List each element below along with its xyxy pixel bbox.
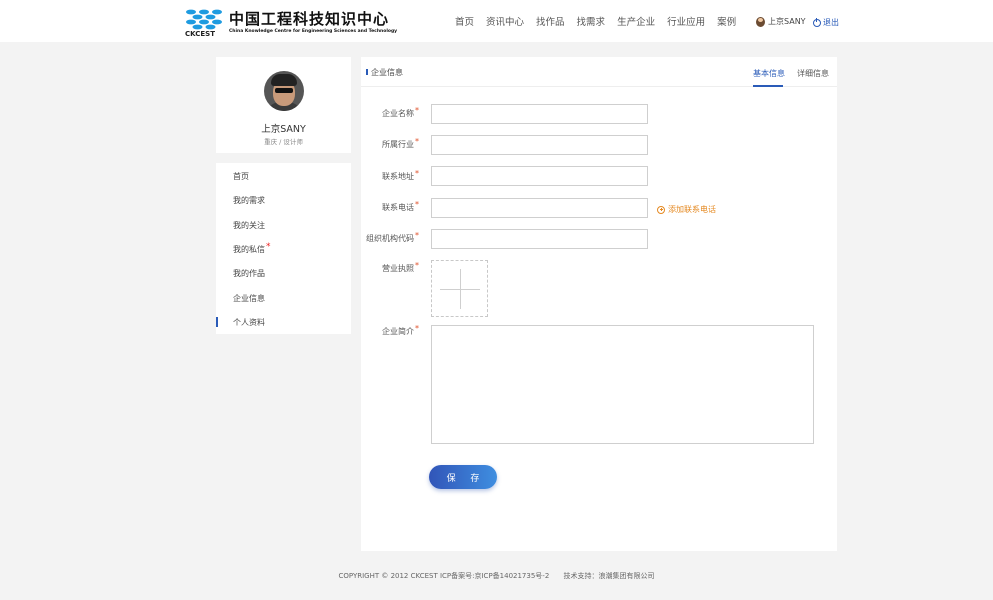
sidebar-item-home[interactable]: 首页 bbox=[233, 171, 249, 182]
side-menu: 首页 我的需求 我的关注 我的私信* 我的作品 企业信息 个人资料 bbox=[216, 163, 351, 334]
header-user[interactable]: 上京SANY bbox=[756, 16, 806, 27]
nav-item-cases[interactable]: 案例 bbox=[717, 14, 736, 28]
intro-label: 企业简介* bbox=[382, 324, 419, 336]
org-code-label: 组织机构代码* bbox=[366, 231, 419, 243]
sidebar-item-label: 我的私信 bbox=[233, 245, 265, 254]
phone-label: 联系电话* bbox=[382, 200, 419, 212]
tab-detail-info[interactable]: 详细信息 bbox=[797, 68, 829, 79]
nav-item-works[interactable]: 找作品 bbox=[536, 14, 565, 28]
footer: COPYRIGHT © 2012 CKCEST ICP备案号:京ICP备1402… bbox=[0, 571, 993, 581]
nav-item-industry[interactable]: 行业应用 bbox=[667, 14, 705, 28]
company-name-label: 企业名称* bbox=[382, 106, 419, 118]
power-icon bbox=[813, 17, 821, 27]
site-logo[interactable]: CKCEST 中国工程科技知识中心 China Knowledge Centre… bbox=[185, 8, 397, 38]
top-header: CKCEST 中国工程科技知识中心 China Knowledge Centre… bbox=[0, 0, 993, 42]
intro-textarea[interactable] bbox=[431, 325, 814, 444]
footer-copyright: COPYRIGHT © 2012 CKCEST ICP备案号:京ICP备1402… bbox=[338, 572, 550, 580]
plus-circle-icon bbox=[657, 205, 665, 214]
industry-label: 所属行业* bbox=[382, 137, 419, 149]
sidebar-item-my-demands[interactable]: 我的需求 bbox=[233, 195, 265, 206]
industry-input[interactable] bbox=[431, 135, 648, 155]
license-label: 营业执照* bbox=[382, 261, 419, 273]
main-nav: 首页 资讯中心 找作品 找需求 生产企业 行业应用 案例 bbox=[455, 14, 748, 28]
logout-button[interactable]: 退出 bbox=[813, 17, 839, 28]
nav-item-news[interactable]: 资讯中心 bbox=[486, 14, 524, 28]
logout-label: 退出 bbox=[823, 18, 839, 27]
add-phone-link[interactable]: 添加联系电话 bbox=[657, 204, 716, 215]
panel-header: 企业信息 基本信息 详细信息 bbox=[361, 57, 837, 87]
nav-item-home[interactable]: 首页 bbox=[455, 14, 474, 28]
tab-basic-info[interactable]: 基本信息 bbox=[753, 68, 785, 79]
profile-role: 重庆 / 设计师 bbox=[264, 138, 303, 146]
profile-card: 上京SANY 重庆 / 设计师 bbox=[216, 57, 351, 153]
sidebar-item-my-works[interactable]: 我的作品 bbox=[233, 268, 265, 279]
nav-item-demands[interactable]: 找需求 bbox=[577, 14, 606, 28]
sidebar-item-my-follows[interactable]: 我的关注 bbox=[233, 220, 265, 231]
logo-title: 中国工程科技知识中心 bbox=[229, 10, 390, 28]
save-button[interactable]: 保 存 bbox=[429, 465, 497, 489]
footer-support: 技术支持：浪潮集团有限公司 bbox=[563, 572, 655, 580]
logo-brand: CKCEST bbox=[185, 30, 215, 38]
logo-subtitle: China Knowledge Centre for Engineering S… bbox=[229, 29, 398, 34]
company-name-input[interactable] bbox=[431, 104, 648, 124]
user-avatar-icon bbox=[756, 16, 765, 27]
sidebar-item-my-messages[interactable]: 我的私信* bbox=[233, 242, 271, 255]
profile-name: 上京SANY bbox=[261, 124, 306, 135]
main-panel: 企业信息 基本信息 详细信息 企业名称* 所属行业* 联系地址* 联系电话* 添… bbox=[361, 57, 837, 551]
org-code-input[interactable] bbox=[431, 229, 648, 249]
unread-dot: * bbox=[266, 242, 271, 252]
address-label: 联系地址* bbox=[382, 169, 419, 181]
sidebar-item-profile[interactable]: 个人资料 bbox=[233, 317, 265, 328]
add-phone-label: 添加联系电话 bbox=[668, 205, 716, 214]
tab-underline bbox=[753, 85, 783, 87]
nav-item-enterprises[interactable]: 生产企业 bbox=[617, 14, 655, 28]
address-input[interactable] bbox=[431, 166, 648, 186]
avatar[interactable] bbox=[264, 71, 304, 111]
panel-title: 企业信息 bbox=[371, 68, 403, 77]
license-upload[interactable] bbox=[431, 260, 488, 317]
sidebar-item-company-info[interactable]: 企业信息 bbox=[233, 293, 265, 304]
header-user-name: 上京SANY bbox=[768, 17, 806, 26]
active-indicator bbox=[216, 317, 218, 327]
phone-input[interactable] bbox=[431, 198, 648, 218]
